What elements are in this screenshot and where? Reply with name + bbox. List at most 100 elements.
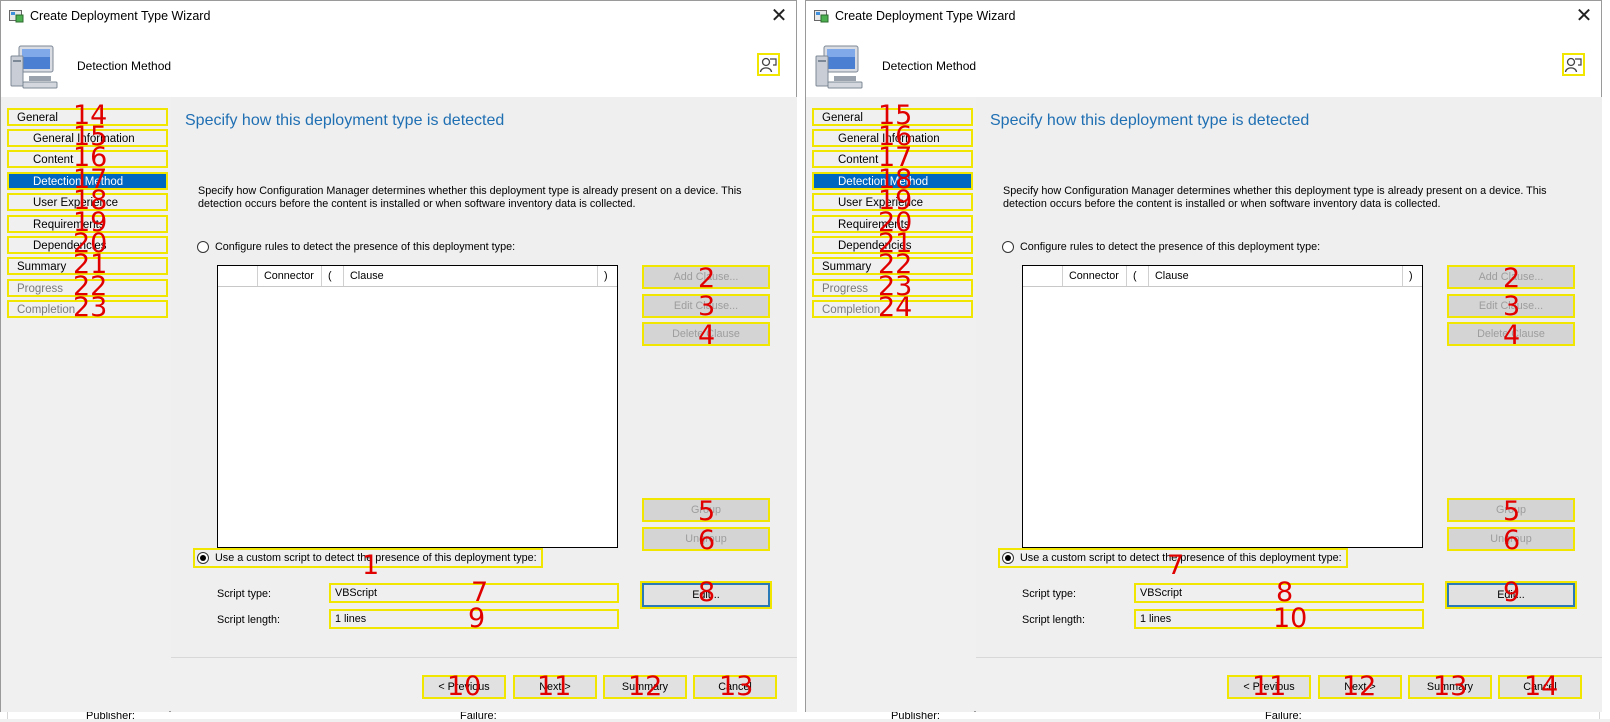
custom-script-option[interactable]: Use a custom script to detect the presen… bbox=[998, 548, 1348, 568]
script-type-label: Script type: bbox=[217, 588, 272, 600]
detection-method-page: Specify how this deployment type is dete… bbox=[976, 97, 1602, 657]
configure-rules-radio[interactable] bbox=[1002, 241, 1014, 253]
previous-button[interactable]: < Previous bbox=[1227, 675, 1311, 699]
wizard-app-icon bbox=[9, 10, 24, 23]
nav-item-general[interactable]: General bbox=[812, 108, 973, 126]
edit-script-button[interactable]: Edit... bbox=[1445, 581, 1577, 609]
previous-button[interactable]: < Previous bbox=[422, 675, 506, 699]
configure-rules-option[interactable]: Configure rules to detect the presence o… bbox=[1002, 238, 1320, 256]
col-indicator[interactable] bbox=[1023, 266, 1063, 286]
wizard-nav: General 14 General Information 15 Content 16 D… bbox=[1, 97, 169, 712]
script-length-value: 1 lines bbox=[1134, 609, 1424, 629]
script-type-label: Script type: bbox=[1022, 588, 1077, 600]
script-length-label: Script length: bbox=[217, 614, 281, 626]
banner-title: Detection Method bbox=[77, 59, 172, 73]
group-button[interactable]: Group bbox=[642, 498, 770, 522]
nav-item-general[interactable]: General bbox=[7, 108, 168, 126]
nav-item-summary[interactable]: Summary bbox=[812, 257, 973, 275]
nav-item-detection-method[interactable]: Detection Method bbox=[812, 172, 973, 190]
nav-item-dependencies[interactable]: Dependencies bbox=[812, 236, 973, 254]
edit-clause-button[interactable]: Edit Clause... bbox=[1447, 294, 1575, 318]
nav-item-general-information[interactable]: General Information bbox=[7, 129, 168, 147]
script-length-value: 1 lines bbox=[329, 609, 619, 629]
nav-item-completion[interactable]: Completion bbox=[7, 300, 168, 318]
close-icon[interactable]: ✕ bbox=[1573, 5, 1595, 27]
wizard-window-1: Create Deployment Type Wizard ✕ Detectio… bbox=[0, 0, 797, 712]
col-connector[interactable]: Connector bbox=[258, 266, 322, 286]
nav-item-completion[interactable]: Completion bbox=[812, 300, 973, 318]
nav-item-progress[interactable]: Progress bbox=[812, 279, 973, 297]
nav-item-user-experience[interactable]: User Experience bbox=[812, 193, 973, 211]
clause-grid-header: Connector ( Clause ) bbox=[1023, 266, 1422, 287]
clause-grid-header: Connector ( Clause ) bbox=[218, 266, 617, 287]
clause-grid[interactable]: Connector ( Clause ) bbox=[217, 265, 618, 548]
next-button[interactable]: Next > bbox=[1318, 675, 1402, 699]
computer-icon bbox=[10, 45, 58, 89]
page-heading: Specify how this deployment type is dete… bbox=[990, 112, 1310, 129]
title-bar: Create Deployment Type Wizard ✕ bbox=[806, 1, 1601, 32]
custom-script-radio[interactable] bbox=[1002, 552, 1014, 564]
banner-title: Detection Method bbox=[882, 59, 977, 73]
nav-item-summary[interactable]: Summary bbox=[7, 257, 168, 275]
custom-script-option[interactable]: Use a custom script to detect the presen… bbox=[193, 548, 543, 568]
nav-item-progress[interactable]: Progress bbox=[7, 279, 168, 297]
edit-clause-button[interactable]: Edit Clause... bbox=[642, 294, 770, 318]
page-description: Specify how Configuration Manager determ… bbox=[198, 185, 742, 210]
ungroup-button[interactable]: Ungroup bbox=[642, 527, 770, 551]
close-icon[interactable]: ✕ bbox=[768, 5, 790, 27]
configure-rules-radio[interactable] bbox=[197, 241, 209, 253]
detection-method-page: Specify how this deployment type is dete… bbox=[171, 97, 797, 657]
col-close-paren[interactable]: ) bbox=[598, 266, 618, 286]
computer-icon bbox=[815, 45, 863, 89]
delete-clause-button[interactable]: Delete Clause bbox=[1447, 322, 1575, 346]
summary-button[interactable]: Summary bbox=[1408, 675, 1492, 699]
nav-item-requirements[interactable]: Requirements bbox=[7, 215, 168, 233]
custom-script-label: Use a custom script to detect the presen… bbox=[1020, 552, 1342, 564]
script-type-value: VBScript bbox=[329, 583, 619, 603]
nav-item-detection-method[interactable]: Detection Method bbox=[7, 172, 168, 190]
nav-item-user-experience[interactable]: User Experience bbox=[7, 193, 168, 211]
wizard-banner: Detection Method bbox=[1, 32, 796, 97]
window-title: Create Deployment Type Wizard bbox=[835, 9, 1016, 23]
window-title: Create Deployment Type Wizard bbox=[30, 9, 211, 23]
nav-item-dependencies[interactable]: Dependencies bbox=[7, 236, 168, 254]
clause-grid[interactable]: Connector ( Clause ) bbox=[1022, 265, 1423, 548]
custom-script-label: Use a custom script to detect the presen… bbox=[215, 552, 537, 564]
help-person-icon[interactable] bbox=[1562, 53, 1585, 76]
next-button[interactable]: Next > bbox=[513, 675, 597, 699]
configure-rules-option[interactable]: Configure rules to detect the presence o… bbox=[197, 238, 515, 256]
nav-item-general-information[interactable]: General Information bbox=[812, 129, 973, 147]
script-type-value: VBScript bbox=[1134, 583, 1424, 603]
wizard-app-icon bbox=[814, 10, 829, 23]
help-person-icon[interactable] bbox=[757, 53, 780, 76]
summary-button[interactable]: Summary bbox=[603, 675, 687, 699]
add-clause-button[interactable]: Add Clause... bbox=[642, 265, 770, 289]
edit-script-button[interactable]: Edit... bbox=[640, 581, 772, 609]
group-button[interactable]: Group bbox=[1447, 498, 1575, 522]
configure-rules-label: Configure rules to detect the presence o… bbox=[1020, 241, 1321, 253]
nav-item-content[interactable]: Content bbox=[7, 150, 168, 168]
col-indicator[interactable] bbox=[218, 266, 258, 286]
wizard-nav: General 15 General Information 16 Content 17 D… bbox=[806, 97, 974, 712]
title-bar: Create Deployment Type Wizard ✕ bbox=[1, 1, 796, 32]
col-clause[interactable]: Clause bbox=[344, 266, 598, 286]
wizard-banner: Detection Method bbox=[806, 32, 1601, 97]
col-connector[interactable]: Connector bbox=[1063, 266, 1127, 286]
col-clause[interactable]: Clause bbox=[1149, 266, 1403, 286]
add-clause-button[interactable]: Add Clause... bbox=[1447, 265, 1575, 289]
col-open-paren[interactable]: ( bbox=[322, 266, 344, 286]
wizard-window-2: Create Deployment Type Wizard ✕ Detectio… bbox=[805, 0, 1602, 712]
nav-item-content[interactable]: Content bbox=[812, 150, 973, 168]
nav-item-requirements[interactable]: Requirements bbox=[812, 215, 973, 233]
page-heading: Specify how this deployment type is dete… bbox=[185, 112, 505, 129]
delete-clause-button[interactable]: Delete Clause bbox=[642, 322, 770, 346]
cancel-button[interactable]: Cancel bbox=[1498, 675, 1582, 699]
custom-script-radio[interactable] bbox=[197, 552, 209, 564]
col-open-paren[interactable]: ( bbox=[1127, 266, 1149, 286]
col-close-paren[interactable]: ) bbox=[1403, 266, 1423, 286]
configure-rules-label: Configure rules to detect the presence o… bbox=[215, 241, 516, 253]
wizard-footer: < Previous Next > Summary Cancel bbox=[171, 657, 797, 712]
cancel-button[interactable]: Cancel bbox=[693, 675, 777, 699]
ungroup-button[interactable]: Ungroup bbox=[1447, 527, 1575, 551]
page-description: Specify how Configuration Manager determ… bbox=[1003, 185, 1547, 210]
